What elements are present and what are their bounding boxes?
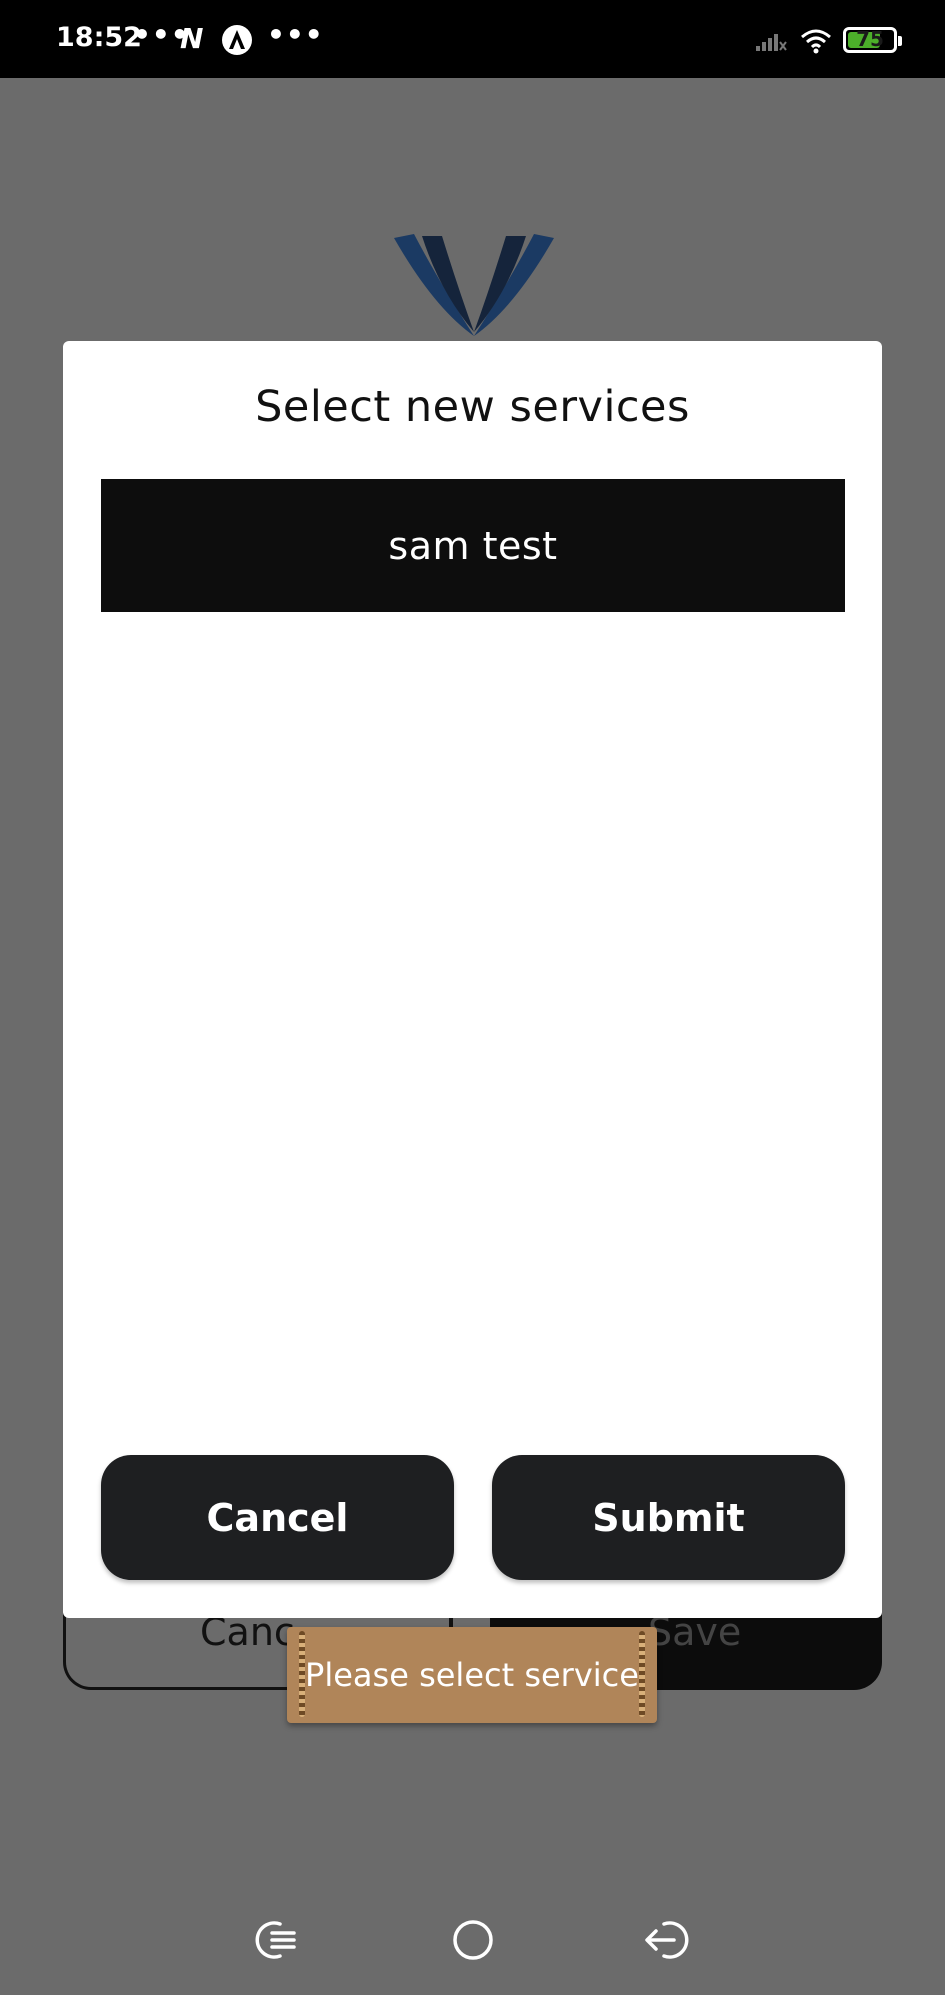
dialog-title: Select new services [255, 382, 690, 432]
battery-cap [898, 36, 902, 46]
toast-rope-left [299, 1631, 305, 1717]
toast-message: Please select service [287, 1627, 657, 1723]
a-app-icon [222, 25, 252, 55]
n-app-icon: N [180, 22, 204, 55]
submit-button[interactable]: Submit [492, 1455, 845, 1580]
service-item[interactable]: sam test [101, 479, 845, 612]
select-services-dialog: Select new services sam test Cancel Subm… [63, 341, 882, 1618]
signal-icon [756, 34, 787, 51]
status-bar: 18:52 ••• N ••• 75 [0, 0, 945, 78]
toast-rope-right [639, 1631, 645, 1717]
home-icon[interactable] [451, 1918, 495, 1962]
battery-icon: 75 [843, 27, 902, 53]
battery-level: 75 [856, 27, 884, 51]
recent-apps-icon[interactable] [250, 1918, 300, 1962]
cancel-button[interactable]: Cancel [101, 1455, 454, 1580]
back-icon[interactable] [642, 1918, 694, 1962]
brand-logo [394, 234, 554, 336]
toast-text: Please select service [305, 1656, 639, 1694]
wifi-icon [801, 29, 831, 54]
status-time: 18:52 [56, 22, 142, 53]
more-notifications-icon: ••• [267, 18, 324, 51]
